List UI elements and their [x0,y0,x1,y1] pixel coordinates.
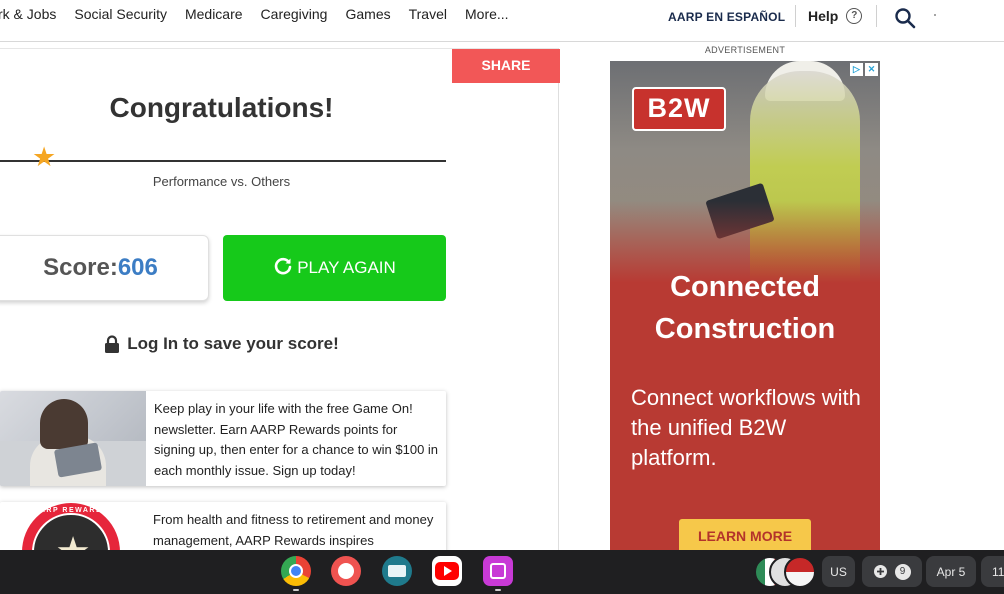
rewards-promo-text: From health and fitness to retirement an… [153,512,434,548]
woman-with-tablet-image [0,391,146,486]
date-display[interactable]: Apr 5 [926,556,976,587]
palette-icon[interactable] [331,556,361,586]
separator-dot [934,14,936,16]
active-app-indicator [293,589,299,591]
login-link[interactable]: Log In to save your score! [0,334,443,354]
nav-divider [795,5,796,27]
ad-banner[interactable]: B2W ▷ ✕ Connected Construction Connect w… [610,61,880,550]
performance-bar [0,160,446,162]
chrome-icon[interactable] [281,556,311,586]
b2w-logo: B2W [632,87,726,131]
ad-headline: Connected Construction [610,266,880,350]
nav-link-social-security[interactable]: Social Security [74,6,167,22]
search-icon[interactable] [893,6,917,35]
avatar [784,556,816,588]
score-box: Score: 606 [0,235,209,301]
share-button[interactable]: SHARE [452,49,560,83]
nav-link-games[interactable]: Games [345,6,390,22]
time-display[interactable]: 11 [981,556,1004,587]
nav-link-medicare[interactable]: Medicare [185,6,243,22]
ad-headline-line: Connected [670,271,820,303]
add-circle-icon [873,565,887,578]
news-icon[interactable] [382,556,412,586]
ad-headline-line: Construction [654,313,836,345]
newsletter-promo-text: Keep play in your life with the free Gam… [154,401,439,478]
help-button[interactable]: Help ? [808,8,863,24]
login-label: Log In to save your score! [127,334,339,353]
help-label: Help [808,8,839,24]
nav-divider [876,5,877,27]
notification-count: 9 [894,563,911,580]
espanol-link[interactable]: AARP EN ESPAÑOL [668,10,785,24]
refresh-icon [273,256,293,281]
top-nav: rk & Jobs Social Security Medicare Careg… [0,0,1004,42]
ad-choices-icon[interactable]: ▷ [850,63,863,76]
nav-link-work-jobs[interactable]: rk & Jobs [0,6,56,22]
account-avatars[interactable] [754,556,816,588]
play-again-button[interactable]: PLAY AGAIN [223,235,446,301]
region-indicator[interactable]: US [822,556,855,587]
active-app-indicator [495,589,501,591]
score-value: 606 [117,254,158,281]
nav-link-caregiving[interactable]: Caregiving [261,6,328,22]
performance-star-icon: ★ [32,142,57,172]
notification-pill[interactable]: 9 [862,556,922,587]
help-circle-icon: ? [846,8,863,24]
ad-choices[interactable]: ▷ ✕ [850,63,878,76]
photos-icon[interactable] [483,556,513,586]
nav-link-more[interactable]: More... [465,6,509,22]
ad-learn-more-button[interactable]: LEARN MORE [679,519,811,550]
nav-links: rk & Jobs Social Security Medicare Careg… [0,6,527,22]
youtube-icon[interactable] [432,556,462,586]
performance-label: Performance vs. Others [152,174,291,189]
congratulations-title: Congratulations! [109,92,334,123]
score-label: Score: [43,254,118,281]
lock-icon [105,335,120,353]
ad-body-text: Connect workflows with the unified B2W p… [631,385,861,470]
ad-label: ADVERTISEMENT [704,45,786,55]
play-again-label: PLAY AGAIN [297,258,396,277]
nav-link-travel[interactable]: Travel [409,6,447,22]
newsletter-promo-card[interactable]: Keep play in your life with the free Gam… [0,391,446,486]
ad-close-icon[interactable]: ✕ [865,63,878,76]
